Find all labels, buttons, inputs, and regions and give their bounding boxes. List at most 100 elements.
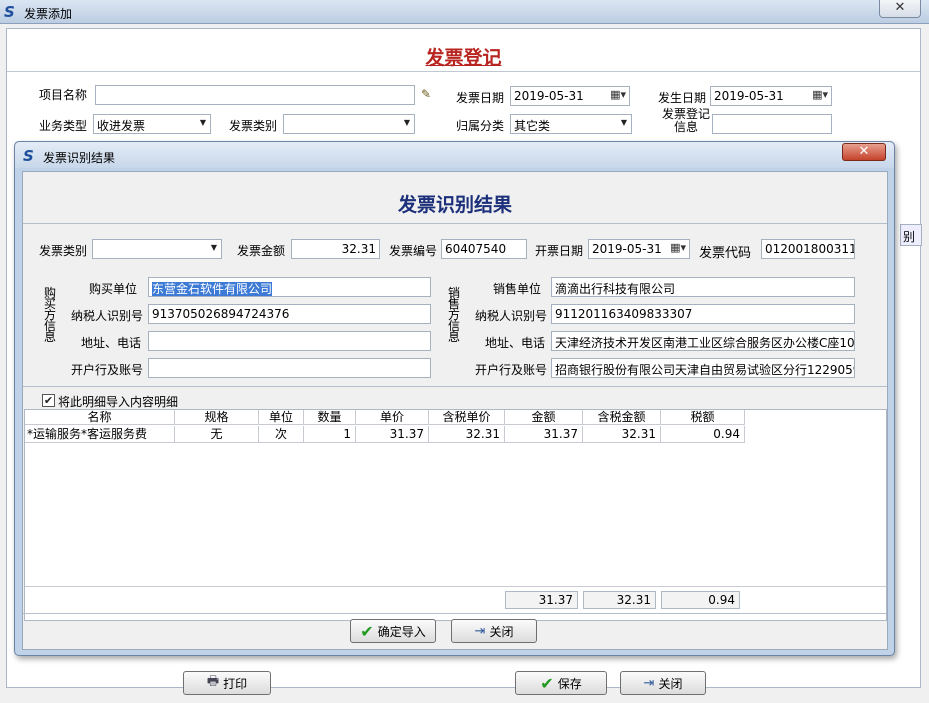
occur-date-picker[interactable]: 2019-05-31 [710,86,832,106]
type-select[interactable] [92,239,222,259]
category-select[interactable]: 其它类 [510,114,632,134]
dialog-title: 发票识别结果 [43,151,116,165]
number-input[interactable]: 60407540 [441,239,527,259]
seller-side-label: 销售方信息 [447,286,460,344]
col-header: 名称 [25,410,175,425]
print-button-label: 打印 [223,676,248,691]
seller-unit-input[interactable]: 滴滴出行科技有限公司 [551,277,855,297]
buyer-bank-label: 开户行及账号 [71,363,144,377]
dialog-close-button[interactable]: ⇥ 关闭 [451,619,537,643]
buyer-bank-input[interactable] [148,358,431,378]
amount-label: 发票金额 [237,244,286,258]
buyer-side-label: 购买方信息 [43,286,56,344]
buyer-addr-label: 地址、电话 [81,336,142,350]
confirm-import-label: 确定导入 [377,624,426,639]
total-tax: 0.94 [661,591,740,609]
table-cell[interactable]: 31.37 [505,426,583,443]
close-button[interactable]: ⇥ 关闭 [620,671,706,695]
table-cell[interactable]: *运输服务*客运服务费 [25,426,175,443]
col-header: 税额 [661,410,745,425]
exit-icon: ⇥ [643,675,655,691]
table-cell[interactable]: 1 [304,426,356,443]
save-button[interactable]: ✔ 保存 [515,671,607,695]
col-header: 含税单价 [429,410,505,425]
seller-tax-input[interactable]: 911201163409833307 [551,304,855,324]
biz-type-label: 业务类型 [39,119,88,133]
close-button-label: 关闭 [658,676,683,691]
dialog-heading: 发票识别结果 [397,194,512,216]
project-name-input[interactable] [95,85,415,105]
confirm-import-button[interactable]: ✔ 确定导入 [350,619,436,643]
amount-input[interactable]: 32.31 [291,239,380,259]
printer-icon: 🖶 [206,674,220,689]
check-icon: ✔ [540,673,554,693]
window-title: 发票添加 [24,7,73,21]
number-label: 发票编号 [389,244,438,258]
divider [23,386,887,387]
table-cell[interactable]: 次 [259,426,304,443]
biz-type-select[interactable]: 收进发票 [93,114,211,134]
import-detail-checkbox[interactable]: ✔ [42,394,55,407]
date-label: 开票日期 [535,244,584,258]
buyer-tax-input[interactable]: 913705026894724376 [148,304,431,324]
buyer-unit-label: 购买单位 [89,282,138,296]
import-detail-label: 将此明细导入内容明细 [58,395,179,409]
divider [23,223,887,224]
reg-info-label: 发票登记信息 [661,107,710,134]
divider [25,586,886,587]
seller-bank-input[interactable]: 招商银行股份有限公司天津自由贸易试验区分行12290593 [551,358,855,378]
page-title: 发票登记 [425,47,502,69]
invoice-date-label: 发票日期 [456,91,505,105]
invoice-category-select[interactable] [283,114,415,134]
divider [23,613,887,614]
check-icon: ✔ [360,621,374,641]
col-header: 单价 [356,410,429,425]
code-input[interactable]: 012001800311 [761,239,855,259]
col-header: 单位 [259,410,304,425]
dialog-logo-icon: S [23,147,34,165]
dialog-titlebar: S 发票识别结果 ✕ [15,142,894,168]
app-logo-icon: S [4,3,15,21]
category-label: 归属分类 [456,119,505,133]
seller-addr-label: 地址、电话 [485,336,546,350]
col-header: 金额 [505,410,583,425]
table-cell[interactable]: 无 [175,426,259,443]
exit-icon: ⇥ [474,623,486,639]
seller-addr-input[interactable]: 天津经济技术开发区南港工业区综合服务区办公楼C座103 [551,331,855,351]
divider [7,71,920,72]
dialog-close-icon[interactable]: ✕ [842,143,886,161]
project-name-label: 项目名称 [39,88,88,102]
col-header: 数量 [304,410,356,425]
total-amount: 31.37 [505,591,578,609]
buyer-unit-input[interactable]: 东营金石软件有限公司 [148,277,431,297]
print-button[interactable]: 🖶 打印 [183,671,271,695]
type-label: 发票类别 [39,244,88,258]
buyer-tax-label: 纳税人识别号 [71,309,144,323]
seller-tax-label: 纳税人识别号 [475,309,548,323]
dialog-body: 发票识别结果 发票类别 发票金额 32.31 发票编号 60407540 开票日… [22,171,888,650]
pick-project-icon[interactable]: ✎ [421,87,431,101]
col-header: 含税金额 [583,410,661,425]
invoice-category-label: 发票类别 [229,119,278,133]
reg-info-input[interactable] [712,114,832,134]
invoice-date-picker[interactable]: 2019-05-31 [510,86,630,106]
recognition-dialog: S 发票识别结果 ✕ 发票识别结果 发票类别 发票金额 32.31 发票编号 6… [14,141,895,656]
total-tax-included: 32.31 [583,591,656,609]
dialog-close-label: 关闭 [489,624,514,639]
category-stub[interactable]: 别 [900,224,922,246]
table-cell[interactable]: 32.31 [429,426,505,443]
seller-unit-label: 销售单位 [493,282,542,296]
seller-bank-label: 开户行及账号 [475,363,548,377]
table-cell[interactable]: 32.31 [583,426,661,443]
col-header: 规格 [175,410,259,425]
occur-date-label: 发生日期 [658,91,707,105]
date-picker[interactable]: 2019-05-31 [588,239,690,259]
table-cell[interactable]: 0.94 [661,426,745,443]
detail-table: 名称 规格 单位 数量 单价 含税单价 金额 含税金额 税额 *运输服务*客运服… [24,409,887,621]
save-button-label: 保存 [557,676,582,691]
code-label: 发票代码 [699,246,752,261]
buyer-unit-value: 东营金石软件有限公司 [152,282,273,296]
table-cell[interactable]: 31.37 [356,426,429,443]
buyer-addr-input[interactable] [148,331,431,351]
window-close-button[interactable]: ✕ [879,0,921,18]
